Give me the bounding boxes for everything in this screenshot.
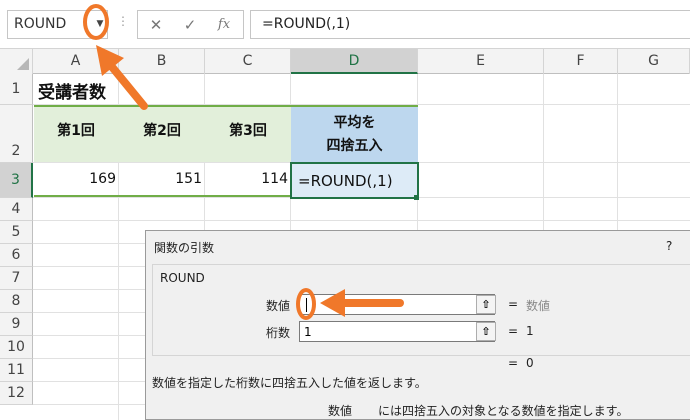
arg1-highlight-ellipse (296, 288, 316, 320)
annotation-overlay (83, 4, 404, 320)
namebox-arrow-annotation (96, 45, 148, 110)
arg1-arrow-annotation (320, 289, 404, 317)
namebox-highlight-ellipse (83, 4, 109, 40)
